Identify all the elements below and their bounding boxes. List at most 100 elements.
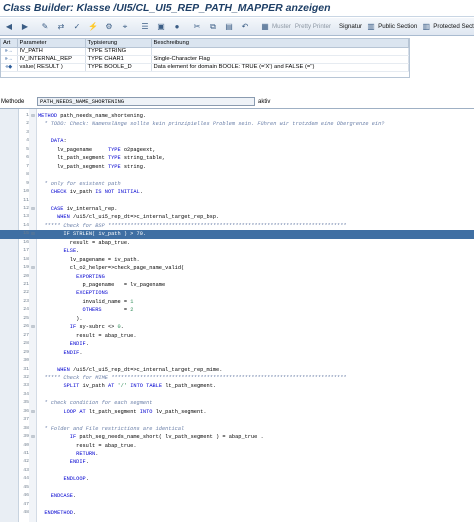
code-line[interactable]: 11 bbox=[0, 197, 474, 205]
code-line[interactable]: 3 bbox=[0, 129, 474, 137]
fold-toggle-icon[interactable]: ⊟ bbox=[30, 433, 36, 441]
param-description: Data element for domain BOOLE: TRUE (='X… bbox=[151, 63, 409, 72]
code-text: invalid_name = 1 bbox=[38, 298, 134, 305]
code-line[interactable]: 9 * only for existent path bbox=[0, 180, 474, 188]
code-line[interactable]: 1 ⊟ METHOD path_needs_name_shortening. bbox=[0, 112, 474, 120]
code-line[interactable]: 24 OTHERS = 2 bbox=[0, 306, 474, 314]
code-line[interactable]: 7 lv_path_segment TYPE string. bbox=[0, 163, 474, 171]
code-line[interactable]: 15 ⊟ IF STRLEN( iv_path ) > 70. bbox=[0, 230, 474, 239]
pretty-printer-button[interactable]: Pretty Printer bbox=[293, 20, 333, 34]
code-line[interactable]: 27 result = abap_true. bbox=[0, 332, 474, 340]
table-row[interactable]: »→ IV_INTERNAL_REP TYPE CHAR1 Single-Cha… bbox=[1, 55, 409, 64]
code-text: CHECK iv_path IS NOT INITIAL. bbox=[50, 189, 143, 196]
fold-toggle-icon[interactable]: ⊟ bbox=[30, 408, 36, 416]
where-used-button[interactable]: ⌖ bbox=[118, 20, 134, 34]
code-line[interactable]: 41 RETURN. bbox=[0, 450, 474, 458]
code-line[interactable]: 38 * Folder and File restrictions are id… bbox=[0, 425, 474, 433]
code-line[interactable]: 13 WHEN /ui5/cl_ui5_rep_dt=>c_internal_t… bbox=[0, 213, 474, 221]
code-line[interactable]: 30 bbox=[0, 357, 474, 365]
code-editor[interactable]: 1 ⊟ METHOD path_needs_name_shortening. 2 * … bbox=[0, 109, 474, 522]
line-number: 17 bbox=[23, 248, 29, 254]
code-line[interactable]: 6 lt_path_segment TYPE string_table, bbox=[0, 154, 474, 162]
fold-toggle-icon[interactable]: ⊟ bbox=[30, 323, 36, 331]
column-header-typisierung[interactable]: Typisierung bbox=[85, 39, 152, 48]
line-number: 8 bbox=[26, 172, 29, 178]
line-number: 41 bbox=[23, 451, 29, 456]
code-line[interactable]: 47 bbox=[0, 501, 474, 509]
activate-button[interactable]: ⚡ bbox=[86, 20, 102, 34]
code-line[interactable]: 19 ⊟ cl_o2_helper=>check_page_name_valid( bbox=[0, 264, 474, 272]
fold-toggle-icon[interactable]: ⊟ bbox=[30, 230, 36, 238]
code-line[interactable]: 12 ⊟ CASE iv_internal_rep. bbox=[0, 205, 474, 213]
line-number: 45 bbox=[23, 484, 29, 490]
code-line[interactable]: 18 lv_pagename = iv_path. bbox=[0, 256, 474, 264]
fold-toggle-icon[interactable]: ⊟ bbox=[30, 112, 36, 120]
code-line[interactable]: 42 ENDIF. bbox=[0, 458, 474, 466]
code-line[interactable]: 22 EXCEPTIONS bbox=[0, 289, 474, 297]
check-button[interactable]: ✓ bbox=[70, 20, 86, 34]
code-line[interactable]: 32 ***** Check for MIME ****************… bbox=[0, 374, 474, 382]
public-section-button[interactable]: ▥ Public Section bbox=[364, 20, 419, 34]
code-line[interactable]: 26 ⊟ IF sy-subrc <> 0. bbox=[0, 323, 474, 331]
method-name-field[interactable]: PATH_NEEDS_NAME_SHORTENING bbox=[37, 97, 255, 106]
code-line[interactable]: 21 p_pagename = lv_pagename bbox=[0, 281, 474, 289]
parameter-table-header: Art Parameter Typisierung Beschreibung bbox=[1, 39, 409, 48]
breakpoint-button[interactable]: ● bbox=[170, 20, 186, 34]
code-line[interactable]: 48 ENDMETHOD. bbox=[0, 509, 474, 517]
column-header-parameter[interactable]: Parameter bbox=[17, 39, 86, 48]
object-list-button[interactable]: ☰ bbox=[138, 20, 154, 34]
column-header-art[interactable]: Art bbox=[1, 39, 18, 48]
code-line[interactable]: 5 lv_pagename TYPE o2pageext, bbox=[0, 146, 474, 154]
param-name[interactable]: IV_PATH bbox=[17, 47, 86, 56]
code-line[interactable]: 8 bbox=[0, 171, 474, 179]
navigation-window-button[interactable]: ▣ bbox=[154, 20, 170, 34]
undo-button[interactable]: ↶ bbox=[238, 20, 254, 34]
code-line[interactable]: 44 ENDLOOP. bbox=[0, 475, 474, 483]
code-text: DATA: bbox=[50, 138, 67, 145]
param-name[interactable]: value( RESULT ) bbox=[17, 63, 86, 72]
back-button[interactable]: ◀ bbox=[2, 20, 18, 34]
code-line[interactable]: 46 ENDCASE. bbox=[0, 492, 474, 500]
fold-toggle-icon[interactable]: ⊟ bbox=[30, 264, 36, 272]
table-row[interactable]: «◆ value( RESULT ) TYPE BOOLE_D Data ele… bbox=[1, 63, 409, 72]
paste-button[interactable]: ▤ bbox=[222, 20, 238, 34]
active-inactive-button[interactable]: ⇄ bbox=[54, 20, 70, 34]
code-line[interactable]: 45 bbox=[0, 484, 474, 492]
forward-button[interactable]: ▶ bbox=[18, 20, 34, 34]
code-line[interactable]: 16 result = abap_true. bbox=[0, 239, 474, 247]
code-line[interactable]: 33 SPLIT iv_path AT '/' INTO TABLE lt_pa… bbox=[0, 382, 474, 390]
table-row[interactable]: »→ IV_PATH TYPE STRING bbox=[1, 47, 409, 56]
code-line[interactable]: 40 result = abap_true. bbox=[0, 442, 474, 450]
code-line[interactable]: 39 ⊟ IF path_seg_needs_name_short( lv_pat… bbox=[0, 433, 474, 441]
importing-param-icon: »→ bbox=[1, 47, 18, 56]
fold-toggle-icon[interactable]: ⊟ bbox=[30, 205, 36, 213]
code-line[interactable]: 23 invalid_name = 1 bbox=[0, 298, 474, 306]
code-line[interactable]: 17 ELSE. bbox=[0, 247, 474, 255]
code-line[interactable]: 20 EXPORTING bbox=[0, 273, 474, 281]
code-line[interactable]: 2 * TODO: Check: Namenslänge sollte kein… bbox=[0, 120, 474, 128]
code-line[interactable]: 25 ). bbox=[0, 315, 474, 323]
code-line[interactable]: 29 ENDIF. bbox=[0, 349, 474, 357]
cut-button[interactable]: ✂ bbox=[190, 20, 206, 34]
line-number: 40 bbox=[23, 442, 29, 448]
test-button[interactable]: ⚙ bbox=[102, 20, 118, 34]
display-change-button[interactable]: ✎ bbox=[38, 20, 54, 34]
code-line[interactable]: 14 ***** Check for BSP *****************… bbox=[0, 222, 474, 230]
code-line[interactable]: 36 ⊟ LOOP AT lt_path_segment INTO lv_path… bbox=[0, 408, 474, 416]
protected-section-button[interactable]: ▥Protected Section bbox=[419, 20, 474, 34]
code-line[interactable]: 37 bbox=[0, 416, 474, 424]
code-line[interactable]: 28 ENDIF. bbox=[0, 340, 474, 348]
code-line[interactable]: 4 DATA: bbox=[0, 137, 474, 145]
copy-button[interactable]: ⧉ bbox=[206, 20, 222, 34]
code-line[interactable]: 34 bbox=[0, 391, 474, 399]
code-line[interactable]: 31 WHEN /ui5/cl_ui5_rep_dt=>c_internal_t… bbox=[0, 366, 474, 374]
line-number: 7 bbox=[26, 163, 29, 169]
column-header-beschreibung[interactable]: Beschreibung bbox=[151, 39, 409, 48]
param-name[interactable]: IV_INTERNAL_REP bbox=[17, 55, 86, 64]
code-line[interactable]: 10 CHECK iv_path IS NOT INITIAL. bbox=[0, 188, 474, 196]
code-line[interactable]: 35 * check condition for each segment bbox=[0, 399, 474, 407]
window-title: Class Builder: Klasse /UI5/CL_UI5_REP_PA… bbox=[3, 2, 331, 14]
code-line[interactable]: 43 bbox=[0, 467, 474, 475]
muster-button[interactable]: ▦ Muster bbox=[258, 20, 293, 34]
signatur-button[interactable]: Signatur bbox=[337, 20, 364, 34]
